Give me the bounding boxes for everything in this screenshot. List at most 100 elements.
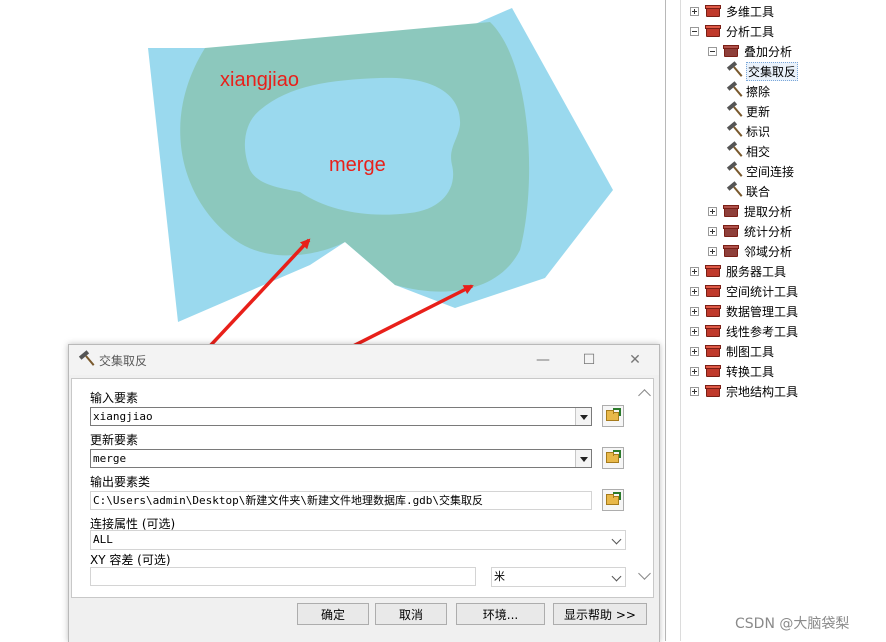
toolbox-item[interactable]: 数据管理工具 xyxy=(690,301,798,321)
map-label-xiangjiao: xiangjiao xyxy=(220,69,299,91)
expand-icon[interactable] xyxy=(690,386,699,396)
toolset-icon xyxy=(723,204,740,218)
toolbox-icon xyxy=(705,364,722,378)
xy-tolerance-input[interactable] xyxy=(90,567,476,586)
collapse-icon[interactable] xyxy=(708,46,717,56)
toolbox-item[interactable]: 擦除 xyxy=(726,81,770,101)
expand-icon[interactable] xyxy=(690,346,699,356)
toolbox-item[interactable]: 联合 xyxy=(726,181,770,201)
input-features-value: xiangjiao xyxy=(93,410,153,423)
toolbox-icon xyxy=(705,344,722,358)
map-label-merge: merge xyxy=(329,154,386,176)
toolset-icon xyxy=(723,224,740,238)
cancel-button[interactable]: 取消 xyxy=(375,603,447,625)
expand-icon[interactable] xyxy=(708,246,717,256)
expand-icon[interactable] xyxy=(690,326,699,336)
toolbox-item[interactable]: 制图工具 xyxy=(690,341,774,361)
toolbox-item[interactable]: 分析工具 xyxy=(690,21,774,41)
toolbox-item[interactable]: 服务器工具 xyxy=(690,261,786,281)
chevron-down-icon[interactable] xyxy=(575,408,591,425)
browse-input-button[interactable] xyxy=(602,405,624,427)
toolbox-item[interactable]: 交集取反 xyxy=(726,61,799,81)
xy-tolerance-label: XY 容差 (可选) xyxy=(90,553,171,567)
update-features-combo[interactable]: merge xyxy=(90,449,592,468)
toolbox-item[interactable]: 线性参考工具 xyxy=(690,321,798,341)
expand-icon[interactable] xyxy=(690,286,699,296)
output-feature-class-label: 输出要素类 xyxy=(90,475,151,489)
update-features-value: merge xyxy=(93,452,127,465)
hammer-icon xyxy=(726,61,743,79)
dialog-title: 交集取反 xyxy=(99,354,148,368)
toolbox-item[interactable]: 空间连接 xyxy=(726,161,794,181)
expand-icon[interactable] xyxy=(690,266,699,276)
toolbox-item-label: 统计分析 xyxy=(744,224,793,239)
toolbox-item-label: 分析工具 xyxy=(726,24,775,39)
environments-button[interactable]: 环境... xyxy=(456,603,545,625)
toolbox-icon xyxy=(705,264,722,278)
toolbox-item-label: 擦除 xyxy=(746,84,771,99)
toolbox-item-label: 服务器工具 xyxy=(726,264,787,279)
toolbox-item[interactable]: 多维工具 xyxy=(690,1,774,21)
hammer-icon xyxy=(726,81,743,99)
browse-update-button[interactable] xyxy=(602,447,624,469)
toolbox-item[interactable]: 宗地结构工具 xyxy=(690,381,798,401)
toolbox-item-label: 联合 xyxy=(746,184,771,199)
dialog-form: 输入要素 xiangjiao 更新要素 merge 输出要素类 C:\Users… xyxy=(71,378,654,598)
input-features-combo[interactable]: xiangjiao xyxy=(90,407,592,426)
browse-output-button[interactable] xyxy=(602,489,624,511)
form-scrollbar[interactable] xyxy=(636,379,653,597)
toolbox-item[interactable]: 空间统计工具 xyxy=(690,281,798,301)
expand-icon[interactable] xyxy=(690,306,699,316)
toolbox-item-label: 宗地结构工具 xyxy=(726,384,799,399)
toolbox-item[interactable]: 提取分析 xyxy=(708,201,792,221)
expand-icon[interactable] xyxy=(690,6,699,16)
output-feature-class-field[interactable]: C:\Users\admin\Desktop\新建文件夹\新建文件地理数据库.g… xyxy=(90,491,592,510)
hammer-icon xyxy=(726,121,743,139)
hammer-icon xyxy=(726,181,743,199)
panel-divider-inner xyxy=(680,0,681,641)
input-features-label: 输入要素 xyxy=(90,391,139,405)
tool-dialog: 交集取反 — ☐ ✕ 输入要素 xiangjiao 更新要素 merge 输出要… xyxy=(68,344,660,642)
join-attributes-select[interactable]: ALL xyxy=(90,530,626,550)
arctoolbox-tree: 多维工具分析工具叠加分析 交集取反擦除更新标识相交 空间连接联合提取分析统计分析邻域… xyxy=(682,0,886,641)
watermark: CSDN @大脑袋梨 xyxy=(735,616,850,632)
toolbox-item-label: 线性参考工具 xyxy=(726,324,799,339)
ok-button[interactable]: 确定 xyxy=(297,603,369,625)
toolbox-item[interactable]: 叠加分析 xyxy=(708,41,792,61)
toolbox-item[interactable]: 转换工具 xyxy=(690,361,774,381)
toolbox-item[interactable]: 标识 xyxy=(726,121,770,141)
xy-tolerance-unit-select[interactable]: 米 xyxy=(491,567,626,587)
toolbox-item[interactable]: 统计分析 xyxy=(708,221,792,241)
minimize-button[interactable]: — xyxy=(520,345,566,375)
show-help-button[interactable]: 显示帮助 >> xyxy=(553,603,647,625)
expand-icon[interactable] xyxy=(708,206,717,216)
toolset-icon xyxy=(723,44,740,58)
scroll-up-icon[interactable] xyxy=(638,389,651,402)
toolbox-icon xyxy=(705,324,722,338)
toolbox-icon xyxy=(705,284,722,298)
toolbox-icon xyxy=(705,4,722,18)
toolbox-item[interactable]: 邻域分析 xyxy=(708,241,792,261)
toolbox-item-label: 多维工具 xyxy=(726,4,775,19)
join-attributes-value: ALL xyxy=(93,533,113,546)
chevron-down-icon xyxy=(611,534,622,545)
scroll-down-icon[interactable] xyxy=(638,567,651,580)
toolbox-item-label: 邻域分析 xyxy=(744,244,793,259)
close-button[interactable]: ✕ xyxy=(612,345,658,375)
expand-icon[interactable] xyxy=(708,226,717,236)
toolbox-item[interactable]: 更新 xyxy=(726,101,770,121)
toolbox-item-label: 转换工具 xyxy=(726,364,775,379)
panel-divider[interactable] xyxy=(665,0,666,641)
toolbox-icon xyxy=(705,384,722,398)
collapse-icon[interactable] xyxy=(690,26,699,36)
chevron-down-icon[interactable] xyxy=(575,450,591,467)
toolbox-item-label: 标识 xyxy=(746,124,771,139)
update-features-label: 更新要素 xyxy=(90,433,139,447)
chevron-down-icon xyxy=(611,571,622,582)
dialog-titlebar[interactable]: 交集取反 — ☐ ✕ xyxy=(69,345,659,375)
expand-icon[interactable] xyxy=(690,366,699,376)
maximize-button[interactable]: ☐ xyxy=(566,345,612,375)
toolbox-item[interactable]: 相交 xyxy=(726,141,770,161)
toolbox-item-label: 空间统计工具 xyxy=(726,284,799,299)
hammer-icon xyxy=(78,350,95,368)
